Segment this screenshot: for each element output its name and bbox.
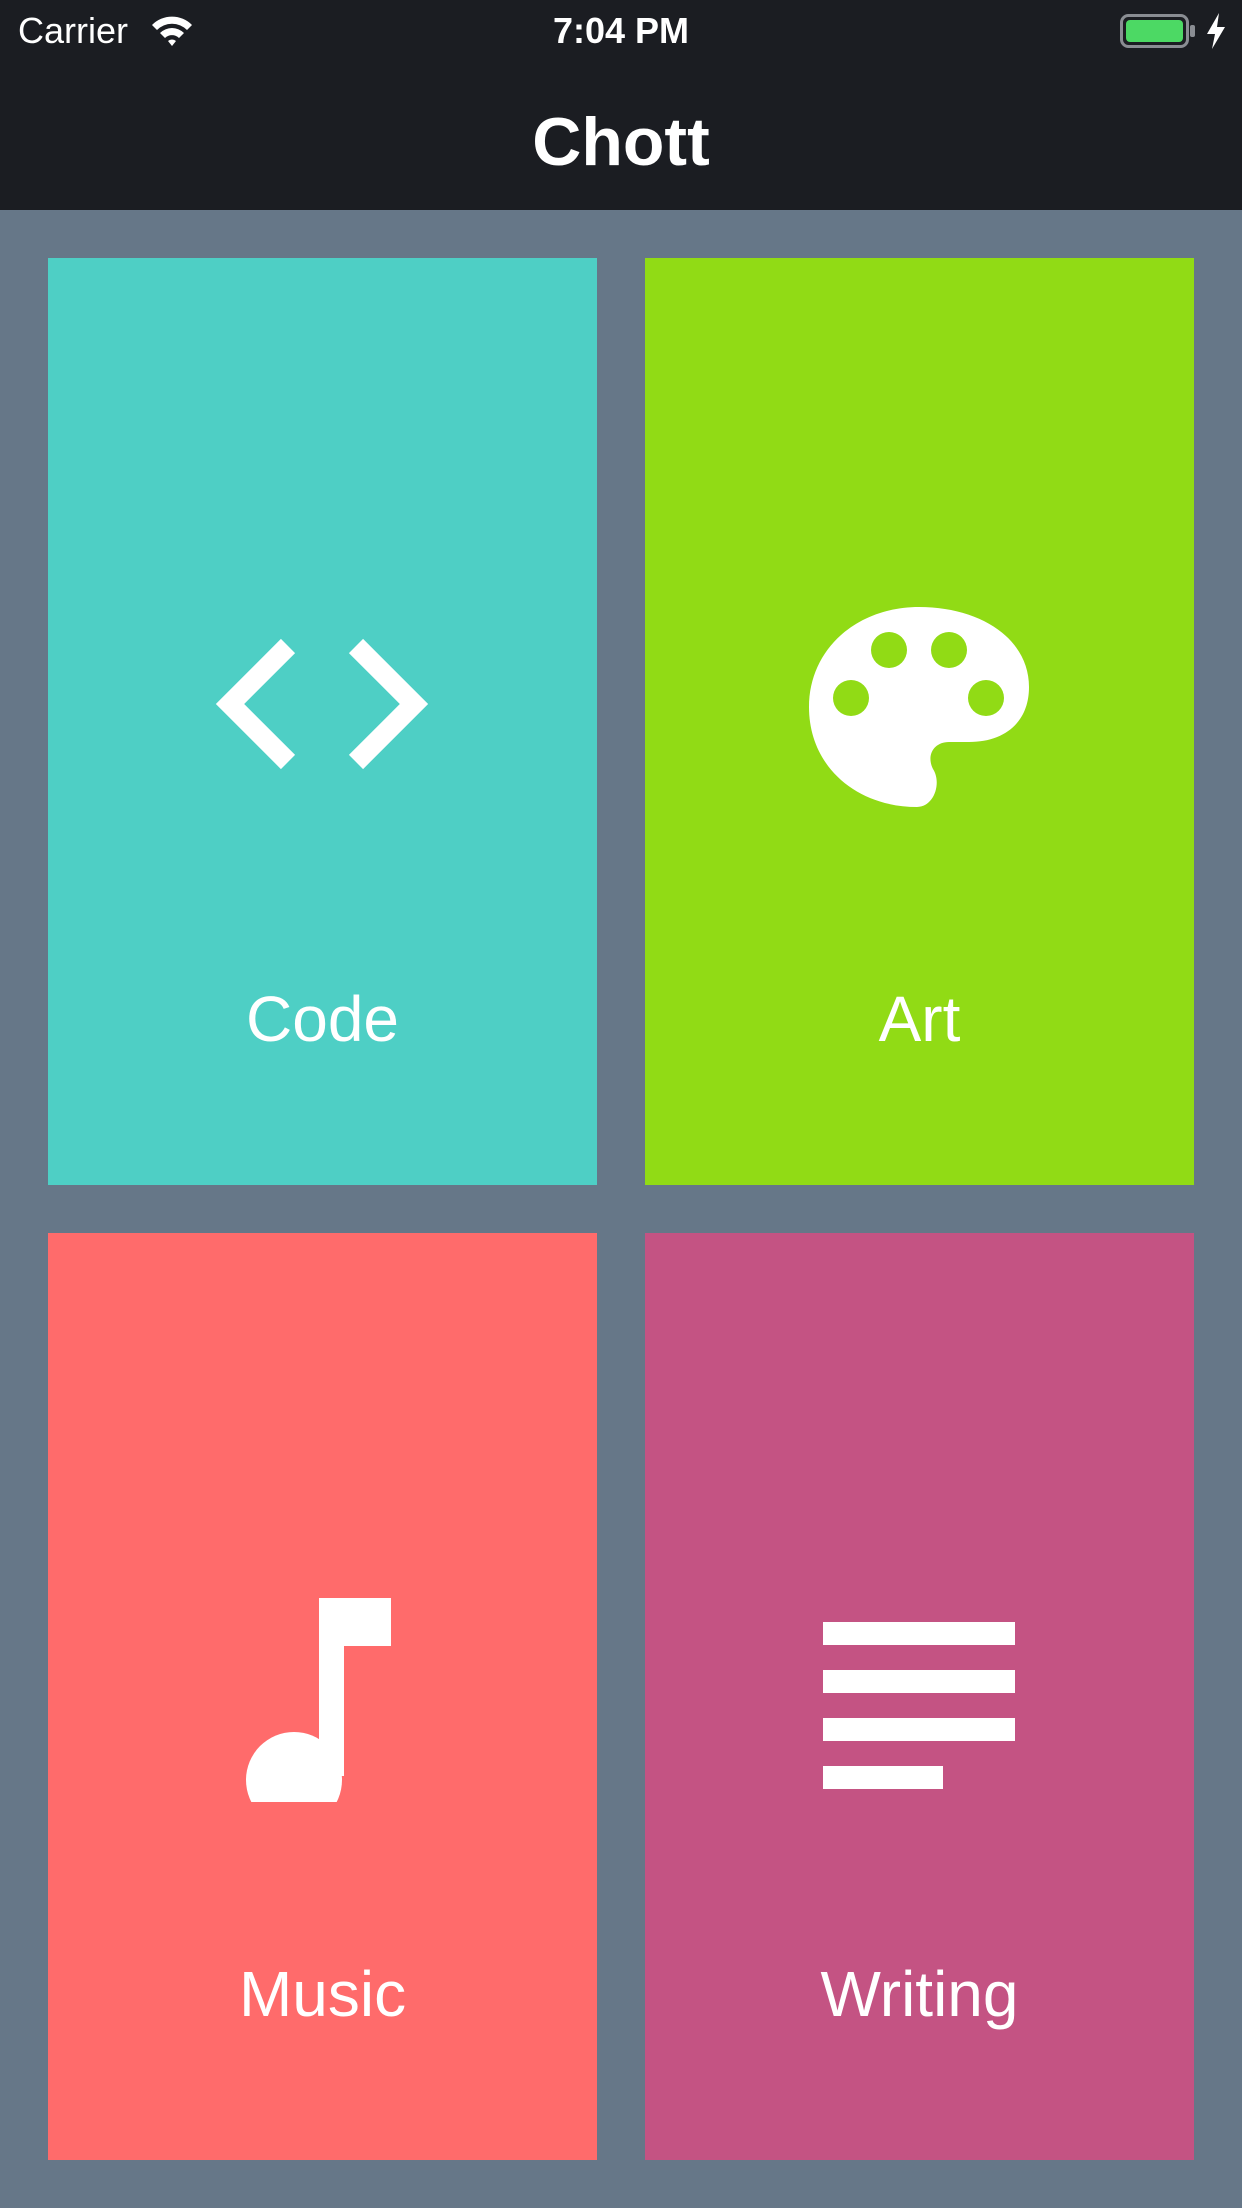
category-tile-music[interactable]: Music (48, 1233, 597, 2160)
text-lines-icon (823, 1622, 1015, 1789)
category-label-art: Art (878, 983, 961, 1055)
status-bar: Carrier 7:04 PM (0, 0, 1242, 62)
code-brackets-icon (215, 638, 429, 770)
category-tile-code[interactable]: Code (48, 258, 597, 1185)
charging-bolt-icon (1207, 13, 1225, 49)
category-label-music: Music (238, 1958, 407, 2030)
category-tile-art[interactable]: Art (645, 258, 1194, 1185)
category-tile-writing[interactable]: Writing (645, 1233, 1194, 2160)
music-note-icon (246, 1598, 391, 1802)
battery-icon (1120, 14, 1195, 48)
palette-icon (809, 607, 1029, 807)
app-title: Chott (532, 104, 710, 180)
navigation-bar: Chott (0, 62, 1242, 210)
category-label-writing: Writing (820, 1958, 1019, 2030)
category-label-code: Code (246, 983, 399, 1055)
status-time: 7:04 PM (552, 10, 690, 51)
category-grid: Code Art Music Writing (0, 210, 1242, 2208)
